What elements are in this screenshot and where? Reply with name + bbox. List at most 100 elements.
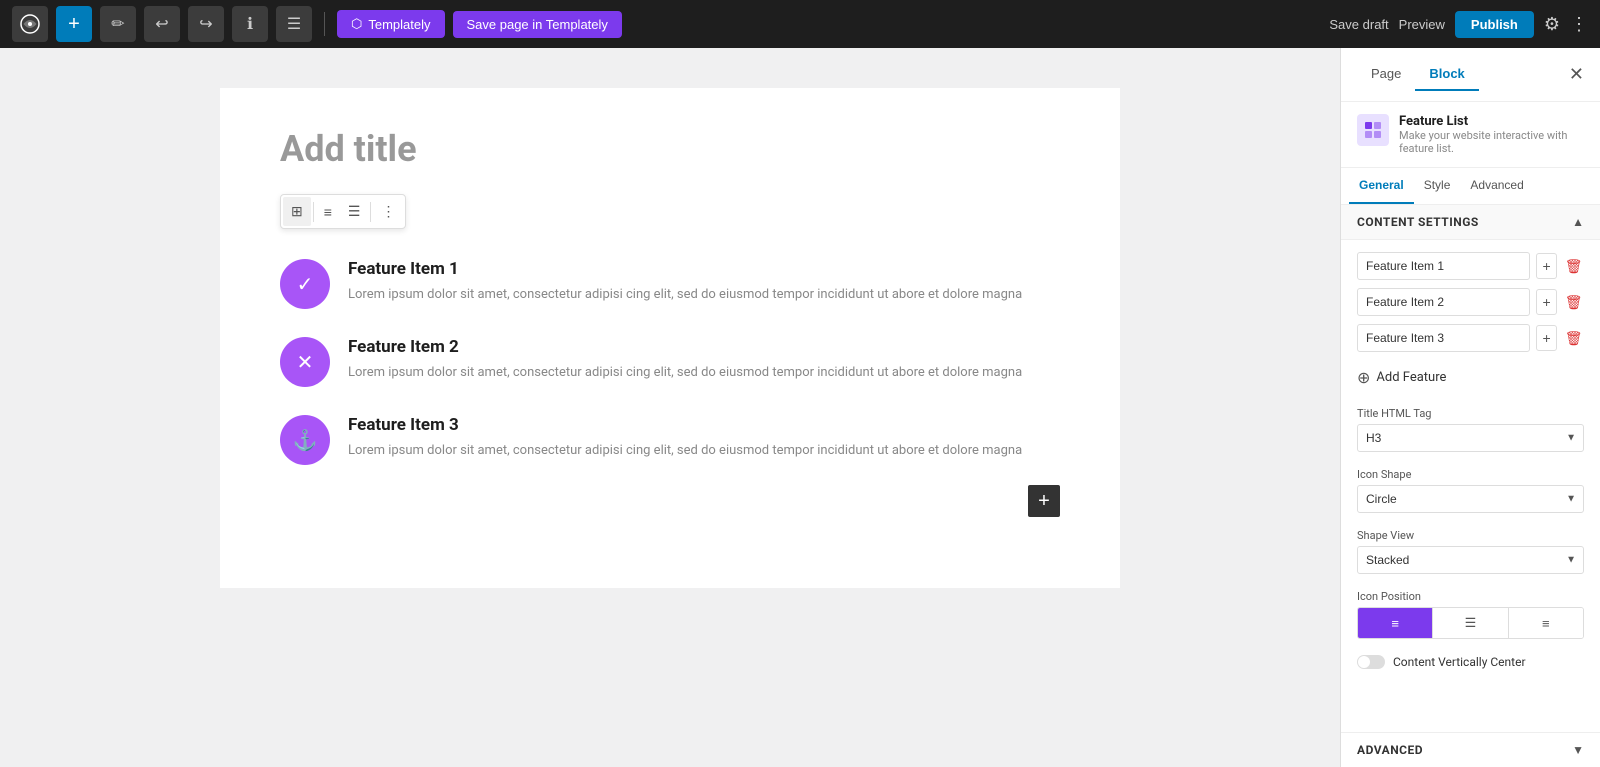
feature-item-1-input[interactable] <box>1357 252 1530 280</box>
page-tab[interactable]: Page <box>1357 58 1415 91</box>
advanced-section[interactable]: Advanced ▼ <box>1341 732 1600 767</box>
advanced-label: Advanced <box>1357 743 1423 757</box>
more-options-btn[interactable]: ⋮ <box>1570 14 1588 35</box>
icon-shape-field: Icon Shape Circle SquareRounded <box>1341 460 1600 521</box>
add-feature-icon: ⊕ <box>1357 368 1370 387</box>
feature-title-3: Feature Item 3 <box>348 415 1060 435</box>
page-block: Add title ⊞ ≡ ☰ ⋮ ✓ Feature Item 1 Lorem… <box>220 88 1120 588</box>
block-desc: Make your website interactive with featu… <box>1399 129 1584 155</box>
settings-tabs: General Style Advanced <box>1341 168 1600 205</box>
shape-view-wrapper: Stacked FramedDefault <box>1357 546 1584 574</box>
panel-feature-items: + 🗑 + 🗑 + 🗑 <box>1341 240 1600 364</box>
icon-pos-center-btn[interactable]: ☰ <box>1433 608 1508 638</box>
feature-desc-2: Lorem ipsum dolor sit amet, consectetur … <box>348 363 1060 383</box>
feature-item-3-del-btn[interactable]: 🗑 <box>1563 325 1584 351</box>
add-block-canvas-btn[interactable]: + <box>1028 485 1060 517</box>
preview-btn[interactable]: Preview <box>1399 17 1445 32</box>
block-info-icon <box>1357 114 1389 146</box>
panel-feature-row-3: + 🗑 <box>1357 324 1584 352</box>
title-html-tag-label: Title HTML Tag <box>1357 407 1584 420</box>
content-settings-header[interactable]: Content Settings ▲ <box>1341 205 1600 240</box>
feature-item-1-del-btn[interactable]: 🗑 <box>1563 253 1584 279</box>
align-center-btn[interactable]: ☰ <box>340 197 369 226</box>
feature-desc-3: Lorem ipsum dolor sit amet, consectetur … <box>348 441 1060 461</box>
save-draft-btn[interactable]: Save draft <box>1329 17 1388 32</box>
feature-item-2-del-btn[interactable]: 🗑 <box>1563 289 1584 315</box>
panel-header: Page Block ✕ <box>1341 48 1600 102</box>
undo-btn[interactable]: ↩ <box>144 6 180 42</box>
templately-icon: ⬡ <box>351 16 362 32</box>
more-block-opts-btn[interactable]: ⋮ <box>373 197 403 226</box>
feature-item-1: ✓ Feature Item 1 Lorem ipsum dolor sit a… <box>280 259 1060 309</box>
add-feature-row[interactable]: ⊕ Add Feature <box>1341 364 1600 399</box>
align-left-btn[interactable]: ≡ <box>316 198 340 226</box>
feature-icon-1: ✓ <box>280 259 330 309</box>
publish-btn[interactable]: Publish <box>1455 11 1534 38</box>
tools-btn[interactable]: ☰ <box>276 6 312 42</box>
feature-item-3: ⚓ Feature Item 3 Lorem ipsum dolor sit a… <box>280 415 1060 465</box>
content-settings-label: Content Settings <box>1357 215 1479 229</box>
edit-btn[interactable]: ✏ <box>100 6 136 42</box>
feature-content-2: Feature Item 2 Lorem ipsum dolor sit ame… <box>348 337 1060 383</box>
close-panel-btn[interactable]: ✕ <box>1569 64 1584 85</box>
advanced-chevron: ▼ <box>1572 743 1584 757</box>
save-templately-btn[interactable]: Save page in Templately <box>453 11 622 38</box>
feature-icon-3: ⚓ <box>280 415 330 465</box>
redo-btn[interactable]: ↪ <box>188 6 224 42</box>
main-layout: Add title ⊞ ≡ ☰ ⋮ ✓ Feature Item 1 Lorem… <box>0 48 1600 767</box>
settings-gear-btn[interactable]: ⚙ <box>1544 14 1560 35</box>
block-info: Feature List Make your website interacti… <box>1341 102 1600 168</box>
feature-item-1-add-btn[interactable]: + <box>1536 253 1557 279</box>
templately-btn[interactable]: ⬡ Templately <box>337 10 445 38</box>
title-html-tag-select[interactable]: H3 H1H2H4H5H6pspandiv <box>1357 424 1584 452</box>
templately-label: Templately <box>368 17 430 32</box>
vertically-center-toggle[interactable] <box>1357 655 1385 669</box>
toolbar-divider <box>313 202 314 222</box>
block-name: Feature List <box>1399 114 1584 129</box>
block-tab[interactable]: Block <box>1415 58 1478 91</box>
feature-title-2: Feature Item 2 <box>348 337 1060 357</box>
feature-item-3-add-btn[interactable]: + <box>1536 325 1557 351</box>
feature-icon-2: ✕ <box>280 337 330 387</box>
toolbar-separator <box>324 12 325 36</box>
toolbar-divider2 <box>370 202 371 222</box>
canvas: Add title ⊞ ≡ ☰ ⋮ ✓ Feature Item 1 Lorem… <box>0 48 1340 767</box>
icon-position-field: Icon Position ≡ ☰ ≡ <box>1341 582 1600 647</box>
vertically-center-row: Content Vertically Center <box>1341 647 1600 677</box>
advanced-tab[interactable]: Advanced <box>1460 168 1533 204</box>
feature-item-2: ✕ Feature Item 2 Lorem ipsum dolor sit a… <box>280 337 1060 387</box>
shape-view-field: Shape View Stacked FramedDefault <box>1341 521 1600 582</box>
icon-shape-select[interactable]: Circle SquareRounded <box>1357 485 1584 513</box>
icon-shape-wrapper: Circle SquareRounded <box>1357 485 1584 513</box>
feature-item-2-add-btn[interactable]: + <box>1536 289 1557 315</box>
shape-view-label: Shape View <box>1357 529 1584 542</box>
feature-title-1: Feature Item 1 <box>348 259 1060 279</box>
icon-position-label: Icon Position <box>1357 590 1584 603</box>
add-title-placeholder[interactable]: Add title <box>280 128 1060 170</box>
style-tab[interactable]: Style <box>1414 168 1461 204</box>
icon-pos-right-btn[interactable]: ≡ <box>1509 608 1583 638</box>
right-panel: Page Block ✕ Feature List Make your webs… <box>1340 48 1600 767</box>
shape-view-select[interactable]: Stacked FramedDefault <box>1357 546 1584 574</box>
wp-logo <box>12 6 48 42</box>
feature-content-1: Feature Item 1 Lorem ipsum dolor sit ame… <box>348 259 1060 305</box>
toolbar: + ✏ ↩ ↪ ℹ ☰ ⬡ Templately Save page in Te… <box>0 0 1600 48</box>
title-html-tag-wrapper: H3 H1H2H4H5H6pspandiv <box>1357 424 1584 452</box>
block-info-text: Feature List Make your website interacti… <box>1399 114 1584 155</box>
add-block-toolbar-btn[interactable]: + <box>56 6 92 42</box>
block-toolbar: ⊞ ≡ ☰ ⋮ <box>280 194 406 229</box>
general-tab[interactable]: General <box>1349 168 1414 204</box>
add-feature-label: Add Feature <box>1376 370 1446 385</box>
feature-content-3: Feature Item 3 Lorem ipsum dolor sit ame… <box>348 415 1060 461</box>
block-type-btn[interactable]: ⊞ <box>283 197 311 226</box>
icon-shape-label: Icon Shape <box>1357 468 1584 481</box>
icon-pos-left-btn[interactable]: ≡ <box>1358 608 1433 638</box>
toolbar-right: Save draft Preview Publish ⚙ ⋮ <box>1329 11 1588 38</box>
feature-item-2-input[interactable] <box>1357 288 1530 316</box>
vertically-center-label: Content Vertically Center <box>1393 655 1526 669</box>
content-settings-chevron: ▲ <box>1572 215 1584 229</box>
info-btn[interactable]: ℹ <box>232 6 268 42</box>
panel-tabs: Page Block <box>1357 58 1479 91</box>
panel-feature-row-1: + 🗑 <box>1357 252 1584 280</box>
feature-item-3-input[interactable] <box>1357 324 1530 352</box>
